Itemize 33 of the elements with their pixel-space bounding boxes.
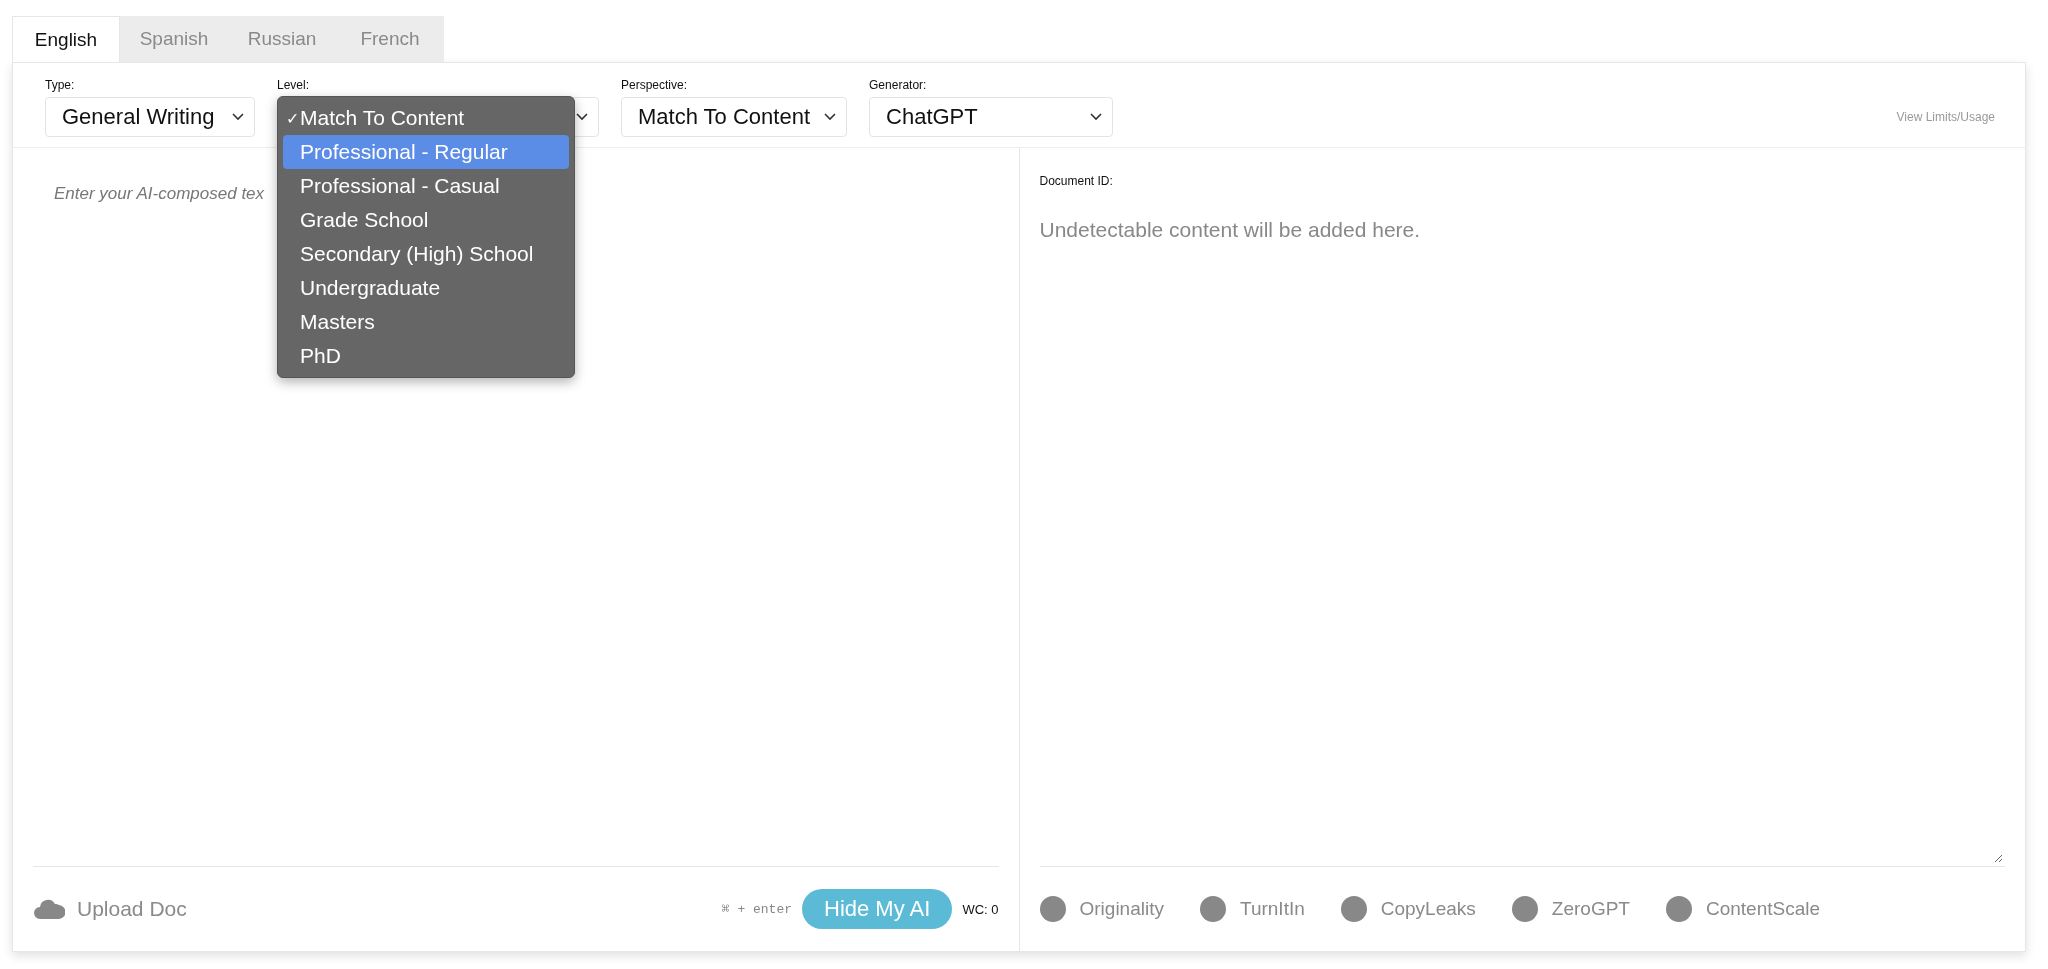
upload-doc-button[interactable]: Upload Doc — [33, 897, 187, 921]
menu-option[interactable]: Professional - Casual — [283, 169, 569, 203]
checkmark-icon: ✓ — [286, 108, 299, 128]
menu-option[interactable]: Undergraduate — [283, 271, 569, 305]
output-text-area[interactable]: Document ID: Undetectable content will be added here. — [1039, 148, 2005, 867]
menu-option[interactable]: Secondary (High) School — [283, 237, 569, 271]
detector-name: ContentScale — [1705, 898, 1820, 920]
output-placeholder: Undetectable content will be added here. — [1039, 218, 1422, 242]
language-tab[interactable]: Russian — [228, 16, 336, 62]
field-label: Perspective: — [621, 78, 689, 92]
menu-option[interactable]: Professional - Regular — [283, 135, 569, 169]
menu-option[interactable]: PhD — [283, 339, 569, 373]
detector-name: Originality — [1079, 898, 1164, 920]
menu-option[interactable]: ✓Match To Content — [283, 101, 569, 135]
dropdown-select[interactable]: Match To Content — [621, 97, 848, 137]
dropdown-select[interactable]: ChatGPT — [869, 97, 1114, 137]
language-tab[interactable]: English — [12, 16, 120, 62]
view-limits-link[interactable]: View Limits/Usage — [1896, 110, 1995, 124]
detector-name: ZeroGPT — [1551, 898, 1630, 920]
field-label: Level: — [277, 78, 311, 92]
field-label: Type: — [45, 78, 76, 92]
shortcut-hint: ⌘ + enter — [721, 901, 792, 917]
document-id-label: Document ID: — [1039, 174, 1114, 188]
language-tab[interactable]: French — [336, 16, 444, 62]
language-tab[interactable]: Spanish — [120, 16, 228, 62]
menu-option[interactable]: Masters — [283, 305, 569, 339]
field-label: Generator: — [869, 78, 928, 92]
input-placeholder: Enter your AI-composed tex — [54, 184, 265, 204]
word-count: WC: 0 — [962, 901, 999, 917]
detector-name: CopyLeaks — [1380, 898, 1476, 920]
dropdown-select[interactable]: General Writing — [45, 97, 255, 137]
detector-name: TurnItIn — [1240, 898, 1305, 920]
menu-option[interactable]: Grade School — [283, 203, 569, 237]
